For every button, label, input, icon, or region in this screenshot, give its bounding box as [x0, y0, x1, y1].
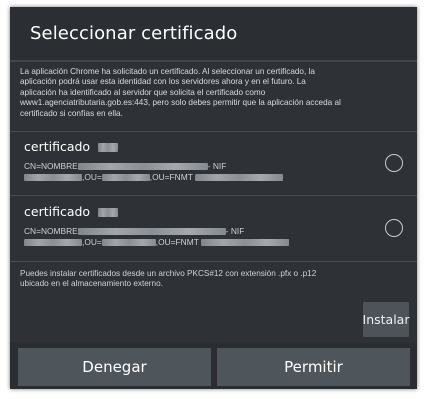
certificate-ou-label: ,OU= [82, 237, 102, 247]
certificate-nif-label: - NIF [225, 226, 245, 236]
install-note-line: ubicado en el almacenamiento externo. [20, 279, 163, 289]
redacted-text [98, 143, 119, 152]
allow-button[interactable]: Permitir [217, 348, 410, 386]
install-note-line: Puedes instalar certificados desde un ar… [20, 269, 317, 278]
certificate-item[interactable]: certificado CN=NOMBRE - NIF ,OU= ,OU=FNMT [10, 133, 417, 195]
info-line: aplicación ha identificado al servidor q… [20, 87, 266, 97]
certificate-nif-label: - NIF [207, 161, 227, 171]
redacted-text [77, 163, 208, 171]
certificate-name: certificado [24, 139, 119, 154]
certificate-cn-label: CN=NOMBRE [24, 226, 78, 236]
divider [10, 131, 417, 132]
install-note: Puedes instalar certificados desde un ar… [20, 269, 414, 290]
certificate-ou-fnmt-label: ,OU=FNMT [149, 172, 193, 182]
divider [10, 261, 417, 262]
dialog-info-text: La aplicación Chrome ha solicitado un ce… [20, 67, 414, 119]
certificate-radio-button[interactable] [385, 219, 403, 237]
dialog-title: Seleccionar certificado [30, 23, 238, 44]
certificate-name-label: certificado [24, 204, 91, 219]
dialog-button-bar: Denegar Permitir [10, 343, 417, 389]
redacted-text [101, 239, 156, 247]
redacted-text [200, 239, 289, 247]
certificate-radio-button[interactable] [385, 154, 403, 172]
info-line: aplicación podrá usar esta identidad con… [20, 77, 306, 87]
certificate-ou-label: ,OU= [82, 172, 102, 182]
info-line: certificado si confías en ella. [20, 108, 123, 118]
certificate-ou-fnmt-label: ,OU=FNMT [155, 237, 199, 247]
redacted-text [194, 174, 283, 182]
install-button[interactable]: Instalar [363, 302, 409, 337]
redacted-text [77, 228, 226, 236]
dialog-title-bar: Seleccionar certificado [10, 7, 417, 62]
select-certificate-dialog: Seleccionar certificado La aplicación Ch… [10, 7, 417, 389]
redacted-text [24, 239, 82, 247]
divider [10, 195, 417, 196]
redacted-text [101, 174, 150, 182]
deny-button[interactable]: Denegar [18, 348, 211, 386]
certificate-ou-line: ,OU= ,OU=FNMT [24, 237, 289, 247]
info-line: La aplicación Chrome ha solicitado un ce… [20, 67, 315, 76]
certificate-cn-label: CN=NOMBRE [24, 161, 78, 171]
certificate-subject-line: CN=NOMBRE - NIF [24, 226, 244, 236]
certificate-subject-line: CN=NOMBRE - NIF [24, 161, 226, 171]
redacted-text [98, 208, 119, 217]
redacted-text [24, 174, 82, 182]
certificate-name-label: certificado [24, 139, 91, 154]
certificate-ou-line: ,OU= ,OU=FNMT [24, 172, 283, 182]
certificate-name: certificado [24, 204, 119, 219]
info-line: www1.agenciatributaria.gob.es:443, pero … [20, 98, 341, 108]
certificate-item[interactable]: certificado CN=NOMBRE - NIF ,OU= ,OU=FNMT [10, 198, 417, 260]
